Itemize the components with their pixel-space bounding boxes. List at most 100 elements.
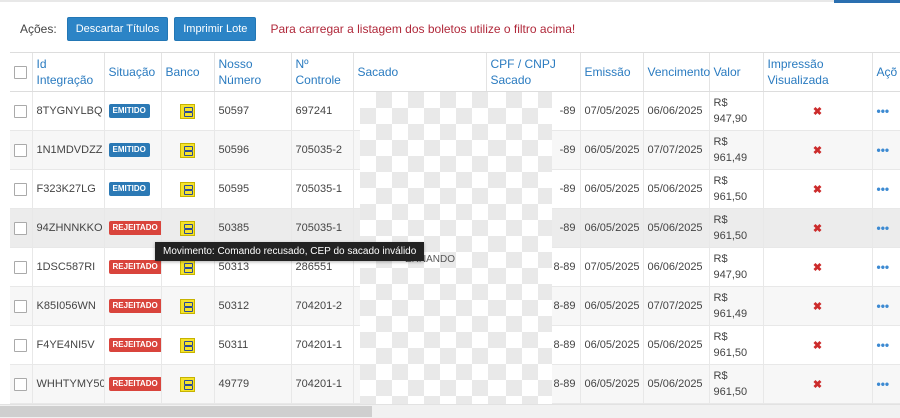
select-all-checkbox[interactable] [14, 66, 27, 80]
valor-amount: 961,49 [713, 308, 748, 320]
row-checkbox[interactable] [14, 143, 27, 157]
top-border [0, 0, 900, 2]
header-emissao[interactable]: Emissão [580, 53, 644, 92]
header-controle[interactable]: Nº Controle [291, 53, 354, 92]
situacao-cell: EMITIDO [104, 130, 162, 170]
status-badge[interactable]: EMITIDO [108, 143, 150, 157]
row-actions-ellipsis-icon[interactable]: ••• [877, 260, 890, 274]
controle-cell: 697241 [291, 91, 354, 131]
header-valor[interactable]: Valor [709, 53, 764, 92]
discard-titles-button[interactable]: Descartar Títulos [66, 17, 169, 41]
valor-cell: R$ 961,50 [709, 364, 764, 404]
impressao-cell: ✖ [763, 208, 873, 248]
row-checkbox[interactable] [14, 338, 27, 352]
status-badge[interactable]: REJEITADO [108, 338, 160, 352]
not-printed-x-icon: ✖ [812, 105, 823, 118]
valor-amount: 961,50 [713, 347, 748, 359]
vencimento-cell: 05/06/2025 [643, 364, 710, 404]
row-actions-ellipsis-icon[interactable]: ••• [877, 221, 890, 235]
acoes-cell: ••• [872, 130, 900, 170]
not-printed-x-icon: ✖ [812, 222, 823, 235]
situacao-cell: EMITIDO [104, 91, 162, 131]
vencimento-cell: 07/07/2025 [643, 286, 710, 326]
vencimento-cell: 06/06/2025 [643, 91, 710, 131]
valor-cell: R$ 961,49 [709, 286, 764, 326]
vencimento-cell: 05/06/2025 [643, 169, 710, 209]
banco-cell [161, 325, 215, 365]
acoes-cell: ••• [872, 325, 900, 365]
impressao-cell: ✖ [763, 247, 873, 287]
row-actions-ellipsis-icon[interactable]: ••• [877, 377, 890, 391]
select-all-cell[interactable] [10, 53, 33, 92]
row-select-cell[interactable] [10, 169, 33, 209]
row-actions-ellipsis-icon[interactable]: ••• [877, 104, 890, 118]
id-integracao-cell: 8TYGNYLBQ [32, 91, 105, 131]
emissao-cell: 07/05/2025 [580, 91, 644, 131]
header-situacao[interactable]: Situação [104, 53, 162, 92]
row-select-cell[interactable] [10, 286, 33, 326]
nosso-numero-cell: 50597 [214, 91, 292, 131]
banco-cell [161, 169, 215, 209]
banco-do-brasil-icon [180, 259, 195, 275]
row-actions-ellipsis-icon[interactable]: ••• [877, 338, 890, 352]
banco-cell [161, 286, 215, 326]
banco-do-brasil-icon [180, 103, 195, 119]
id-integracao-cell: K85I056WN [32, 286, 105, 326]
status-badge[interactable]: REJEITADO [108, 221, 160, 235]
header-nosso-numero[interactable]: Nosso Número [214, 53, 292, 92]
id-integracao-cell: F323K27LG [32, 169, 105, 209]
status-badge[interactable]: REJEITADO [108, 299, 160, 313]
filter-notice: Para carregar a listagem dos boletos uti… [270, 22, 576, 36]
nosso-numero-cell: 50596 [214, 130, 292, 170]
acoes-cell: ••• [872, 247, 900, 287]
horizontal-scrollbar-thumb[interactable] [0, 406, 372, 417]
impressao-cell: ✖ [763, 364, 873, 404]
valor-currency: R$ [713, 370, 728, 382]
row-checkbox[interactable] [14, 260, 27, 274]
status-badge[interactable]: REJEITADO [108, 260, 160, 274]
acoes-cell: ••• [872, 208, 900, 248]
row-select-cell[interactable] [10, 364, 33, 404]
row-checkbox[interactable] [14, 182, 27, 196]
emissao-cell: 06/05/2025 [580, 169, 644, 209]
valor-cell: R$ 961,49 [709, 130, 764, 170]
row-actions-ellipsis-icon[interactable]: ••• [877, 143, 890, 157]
row-select-cell[interactable] [10, 325, 33, 365]
row-checkbox[interactable] [14, 377, 27, 391]
header-sacado[interactable]: Sacado [353, 53, 487, 92]
vencimento-cell: 07/07/2025 [643, 130, 710, 170]
status-badge[interactable]: EMITIDO [108, 104, 150, 118]
header-cpf-cnpj[interactable]: CPF / CNPJ Sacado [486, 53, 581, 92]
header-acoes[interactable]: Açõ [872, 53, 900, 92]
situacao-cell: REJEITADO [104, 286, 162, 326]
row-select-cell[interactable] [10, 208, 33, 248]
emissao-cell: 06/05/2025 [580, 364, 644, 404]
row-checkbox[interactable] [14, 104, 27, 118]
nosso-numero-cell: 50311 [214, 325, 292, 365]
status-badge[interactable]: REJEITADO [108, 377, 160, 391]
situacao-cell: REJEITADO [104, 364, 162, 404]
row-actions-ellipsis-icon[interactable]: ••• [877, 299, 890, 313]
banco-cell [161, 91, 215, 131]
row-select-cell[interactable] [10, 91, 33, 131]
banco-do-brasil-icon [180, 376, 195, 392]
header-vencimento[interactable]: Vencimento [643, 53, 710, 92]
header-id-integracao[interactable]: Id Integração [32, 53, 105, 92]
status-badge[interactable]: EMITIDO [108, 182, 150, 196]
print-batch-button[interactable]: Imprimir Lote [174, 17, 257, 41]
row-select-cell[interactable] [10, 247, 33, 287]
valor-amount: 961,50 [713, 230, 748, 242]
id-integracao-cell: 94ZHNNKKO [32, 208, 105, 248]
header-impressao-visualizada[interactable]: Impressão Visualizada [763, 53, 873, 92]
emissao-cell: 07/05/2025 [580, 247, 644, 287]
row-checkbox[interactable] [14, 221, 27, 235]
valor-cell: R$ 961,50 [709, 208, 764, 248]
row-select-cell[interactable] [10, 130, 33, 170]
emissao-cell: 06/05/2025 [580, 208, 644, 248]
not-printed-x-icon: ✖ [812, 183, 823, 196]
id-integracao-cell: F4YE4NI5V [32, 325, 105, 365]
rejection-tooltip: Movimento: Comando recusado, CEP do saca… [155, 242, 425, 261]
header-banco[interactable]: Banco [161, 53, 215, 92]
row-checkbox[interactable] [14, 299, 27, 313]
row-actions-ellipsis-icon[interactable]: ••• [877, 182, 890, 196]
